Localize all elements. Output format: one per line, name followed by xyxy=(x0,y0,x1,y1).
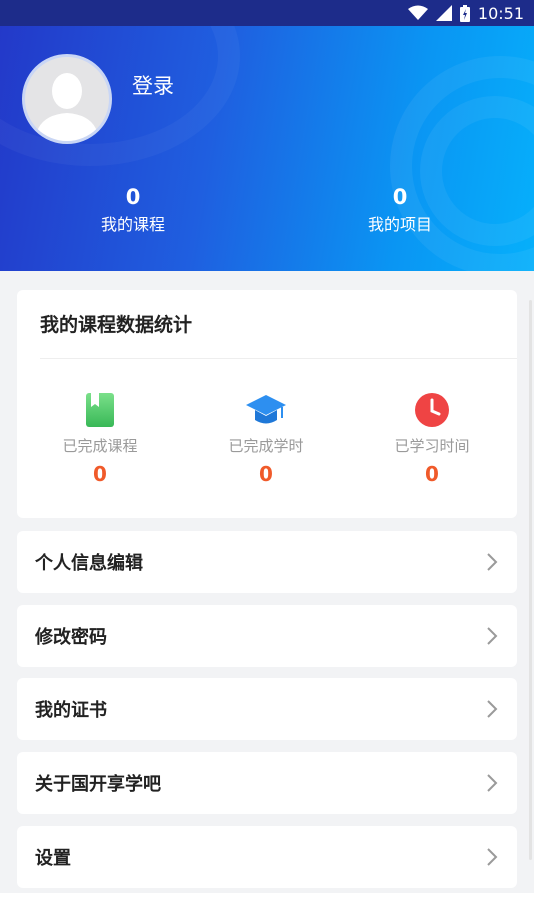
my-courses-label: 我的课程 xyxy=(100,215,165,234)
chevron-right-icon xyxy=(487,774,498,792)
profile-header: 登录 0 我的课程 0 我的项目 xyxy=(0,26,534,271)
metric-value: 0 xyxy=(259,462,273,486)
metric-value: 0 xyxy=(425,462,439,486)
signal-icon xyxy=(435,5,452,21)
my-projects-label: 我的项目 xyxy=(367,215,432,234)
metric-study-time: 已学习时间 0 xyxy=(349,390,515,486)
my-projects-count: 0 xyxy=(392,185,408,209)
metric-label: 已学习时间 xyxy=(394,437,470,455)
login-link[interactable]: 登录 xyxy=(132,70,174,100)
chevron-right-icon xyxy=(487,700,498,718)
chevron-right-icon xyxy=(487,553,498,571)
divider xyxy=(40,358,517,359)
menu-item-about[interactable]: 关于国开享学吧 xyxy=(17,752,517,814)
status-bar: 10:51 xyxy=(0,0,534,26)
metric-completed-courses: 已完成课程 0 xyxy=(17,390,183,486)
clock-icon xyxy=(415,393,449,427)
user-silhouette-icon xyxy=(35,73,99,141)
metric-value: 0 xyxy=(93,462,107,486)
chevron-right-icon xyxy=(487,627,498,645)
my-projects-stat[interactable]: 0 我的项目 xyxy=(310,184,490,238)
my-courses-count: 0 xyxy=(125,185,141,209)
book-icon xyxy=(86,393,114,427)
metric-completed-hours: 已完成学时 0 xyxy=(183,390,349,486)
menu-item-change-password[interactable]: 修改密码 xyxy=(17,605,517,667)
metric-label: 已完成课程 xyxy=(62,437,138,455)
graduation-cap-icon xyxy=(246,395,286,424)
my-courses-stat[interactable]: 0 我的课程 xyxy=(43,184,223,238)
chevron-right-icon xyxy=(487,848,498,866)
metric-label: 已完成学时 xyxy=(228,437,304,455)
status-time: 10:51 xyxy=(477,3,524,23)
wifi-icon xyxy=(407,5,428,20)
avatar[interactable] xyxy=(22,54,112,144)
menu-item-label: 我的证书 xyxy=(35,700,107,721)
course-stats-card: 我的课程数据统计 已完成课程 0 已完成学时 0 已学习时间 0 xyxy=(17,290,517,518)
scrollbar[interactable] xyxy=(529,300,532,860)
course-stats-title: 我的课程数据统计 xyxy=(40,314,193,336)
bottom-bar xyxy=(0,893,534,903)
menu-item-label: 关于国开享学吧 xyxy=(35,774,161,795)
menu-item-label: 设置 xyxy=(35,848,71,869)
menu-item-edit-profile[interactable]: 个人信息编辑 xyxy=(17,531,517,593)
menu-item-certificates[interactable]: 我的证书 xyxy=(17,678,517,740)
menu-item-label: 修改密码 xyxy=(35,627,107,648)
menu-item-label: 个人信息编辑 xyxy=(35,553,143,574)
menu-item-settings[interactable]: 设置 xyxy=(17,826,517,888)
battery-icon xyxy=(459,4,470,22)
